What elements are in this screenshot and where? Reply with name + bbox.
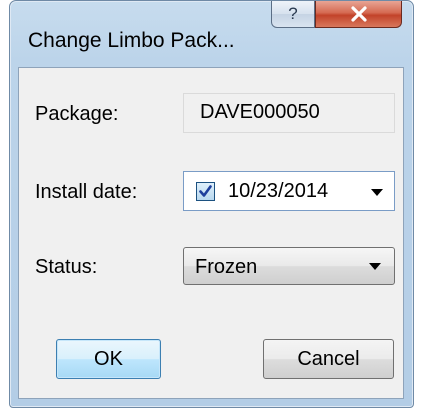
ok-button[interactable]: OK	[56, 339, 161, 379]
ok-button-label: OK	[94, 347, 123, 370]
status-value: Frozen	[195, 256, 258, 278]
checkmark-icon	[199, 185, 212, 197]
close-icon	[350, 6, 367, 22]
title-bar[interactable]: Change Limbo Pack... ?	[10, 1, 413, 67]
package-value: DAVE000050	[200, 101, 320, 123]
package-label: Package:	[35, 103, 119, 125]
cancel-button[interactable]: Cancel	[263, 339, 394, 379]
cancel-button-label: Cancel	[297, 347, 360, 370]
install-date-label: Install date:	[35, 181, 138, 203]
help-button[interactable]: ?	[271, 1, 315, 28]
close-button[interactable]	[315, 1, 402, 28]
chevron-down-icon[interactable]	[369, 263, 381, 270]
install-date-value: 10/23/2014	[228, 180, 329, 202]
window-title: Change Limbo Pack...	[28, 29, 235, 52]
help-icon: ?	[288, 4, 298, 23]
dialog-content: Package: DAVE000050 Install date: 10/23/…	[18, 67, 404, 399]
status-label: Status:	[35, 256, 98, 278]
chevron-down-icon[interactable]	[371, 189, 383, 196]
dialog-window: Change Limbo Pack... ? Package: DAVE0000…	[9, 0, 414, 408]
install-date-checkbox[interactable]	[196, 182, 215, 201]
install-date-picker[interactable]: 10/23/2014	[183, 171, 395, 211]
status-select[interactable]: Frozen	[183, 247, 395, 285]
package-field: DAVE000050	[183, 93, 395, 133]
